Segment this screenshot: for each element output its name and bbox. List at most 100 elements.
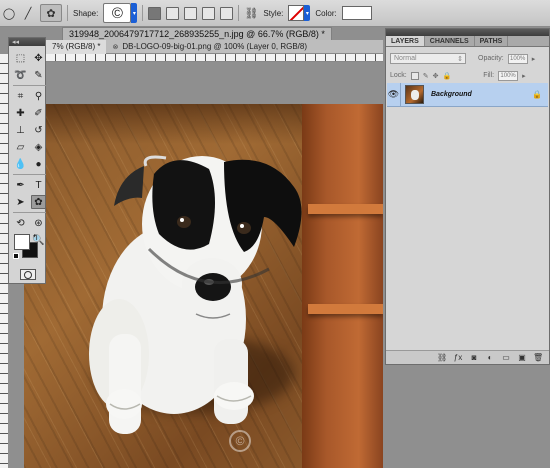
type-tool-icon[interactable]: T [31,178,46,192]
new-group-icon[interactable]: ▭ [501,353,511,362]
tab-layers[interactable]: LAYERS [386,36,425,46]
opacity-label: Opacity: [478,55,504,62]
horizontal-ruler [46,54,383,62]
brush-tool-icon[interactable]: ✐ [31,106,46,120]
link-layers-icon[interactable]: ⛓ [437,353,447,362]
marquee-tool-icon[interactable]: ⬚ [13,51,28,65]
intersect-mode-button[interactable] [202,6,216,20]
copyright-shape-icon: © [111,4,123,22]
stamp-tool-icon[interactable]: ⊥ [13,123,28,137]
eraser-tool-icon[interactable]: ▱ [13,140,28,154]
layers-footer: ⛓ ƒx ◙ ◐ ▭ ▣ 🗑 [386,350,549,364]
fx-icon[interactable]: ƒx [453,353,463,362]
ellipse-tool-icon[interactable]: ◯ [2,6,16,20]
custom-shape-tool-icon[interactable]: ✿ [40,4,62,22]
document-title: 319948_2006479717712_268935255_n.jpg @ 6… [69,29,325,39]
visibility-eye-icon[interactable]: 👁 [387,82,401,107]
style-picker[interactable]: ▾ [288,5,311,21]
shape-label: Shape: [73,8,99,18]
style-label: Style: [263,8,284,18]
close-icon[interactable]: ⊗ [112,43,118,51]
tab-label: 7% (RGB/8) * [52,42,101,51]
tab-current-document[interactable]: 7% (RGB/8) * [46,39,107,54]
add-mode-button[interactable] [166,6,180,20]
options-bar: ◯ ╱ ✿ Shape: © ▾ ⛓ Style: ▾ Color: [0,0,550,27]
history-brush-tool-icon[interactable]: ↺ [31,123,46,137]
subtract-mode-button[interactable] [184,6,198,20]
panel-grip[interactable] [386,29,549,36]
color-swatch[interactable] [341,6,372,20]
add-mask-icon[interactable]: ◙ [469,353,479,362]
new-layer-icon[interactable]: ▣ [517,353,527,362]
line-tool-icon[interactable]: ╱ [21,6,35,20]
document-title-tab[interactable]: 319948_2006479717712_268935255_n.jpg @ 6… [62,27,332,40]
path-select-tool-icon[interactable]: ➤ [13,195,28,209]
layer-row-background[interactable]: 👁 Background 🔒 [387,82,548,107]
chevron-right-icon[interactable]: ▸ [522,72,526,80]
crop-tool-icon[interactable]: ⌗ [13,89,28,103]
default-colors-icon[interactable] [13,253,19,259]
quick-mask-button[interactable] [20,269,36,280]
chevron-down-icon[interactable]: ▾ [131,3,138,23]
pen-tool-icon[interactable]: ✒ [13,178,28,192]
color-label: Color: [315,8,337,18]
tool-grid: ⬚✥➰✎⌗⚲✚✐⊥↺▱◈💧●✒T➤✿⟲⊛✋🔍 [9,46,46,247]
quick-select-tool-icon[interactable]: ✎ [31,68,46,82]
lock-pixels-icon[interactable]: ✎ [423,72,429,80]
image-canvas[interactable]: © [24,104,383,468]
lock-transparency-icon[interactable] [410,71,419,80]
dog-illustration [89,155,302,434]
dodge-tool-icon[interactable]: ● [31,157,46,171]
paint-bucket-tool-icon[interactable]: ◈ [31,140,46,154]
vertical-ruler [0,54,8,468]
opacity-field[interactable]: 100% [507,53,528,64]
divider [238,5,240,21]
panel-grip[interactable]: ◂◂ [9,38,45,46]
blend-mode-select[interactable]: Normal ⇕ [390,53,466,64]
move-tool-icon[interactable]: ✥ [31,51,46,65]
3d-orbit-tool-icon[interactable]: ⊛ [31,216,46,230]
swap-colors-icon[interactable]: ↰ [32,233,39,242]
layers-panel: LAYERS CHANNELS PATHS Normal ⇕ Opacity: … [385,28,550,365]
healing-tool-icon[interactable]: ✚ [13,106,28,120]
layer-thumbnail [405,85,424,104]
fill-field[interactable]: 100% [498,70,519,81]
lock-all-icon[interactable]: 🔒 [442,72,451,80]
new-layer-mode-button[interactable] [148,6,162,20]
tab-logo-document[interactable]: ⊗ DB-LOGO-09-big-01.png @ 100% (Layer 0,… [106,40,313,54]
lock-position-icon[interactable]: ✥ [433,72,439,80]
foreground-color-swatch[interactable] [14,234,30,250]
tools-panel: ◂◂ ⬚✥➰✎⌗⚲✚✐⊥↺▱◈💧●✒T➤✿⟲⊛✋🔍 ↰ [8,37,46,284]
tab-channels[interactable]: CHANNELS [425,36,475,46]
document-tab-bar: 7% (RGB/8) * ⊗ DB-LOGO-09-big-01.png @ 1… [46,39,383,54]
layers-panel-tabs: LAYERS CHANNELS PATHS [386,36,549,47]
fill-label: Fill: [483,72,495,79]
custom-shape-tool-icon[interactable]: ✿ [31,195,46,209]
blur-tool-icon[interactable]: 💧 [13,157,28,171]
divider [67,5,68,21]
lock-icon: 🔒 [532,90,542,99]
chevron-right-icon[interactable]: ▸ [532,55,536,63]
3d-rotate-tool-icon[interactable]: ⟲ [13,216,28,230]
lasso-tool-icon[interactable]: ➰ [13,68,28,82]
tool-divider [13,212,46,213]
no-style-icon [288,5,305,21]
blend-row: Normal ⇕ Opacity: 100% ▸ [386,50,549,67]
chevron-updown-icon: ⇕ [457,55,463,63]
chevron-down-icon[interactable]: ▾ [304,5,311,21]
tab-label: DB-LOGO-09-big-01.png @ 100% (Layer 0, R… [122,42,307,51]
exclude-mode-button[interactable] [220,6,234,20]
eyedropper-tool-icon[interactable]: ⚲ [31,89,46,103]
trash-icon[interactable]: 🗑 [533,353,543,362]
copyright-watermark-icon: © [229,430,251,452]
tab-paths[interactable]: PATHS [475,36,509,46]
lock-label: Lock: [390,72,407,79]
shape-picker[interactable]: © ▾ [103,3,138,23]
tool-divider [13,174,46,175]
lock-row: Lock: ✎ ✥ 🔒 Fill: 100% ▸ [386,67,549,84]
divider [142,5,144,21]
link-icon[interactable]: ⛓ [244,6,258,20]
tool-divider [13,85,46,86]
adjustment-layer-icon[interactable]: ◐ [485,353,495,362]
blend-mode-value: Normal [394,55,417,62]
